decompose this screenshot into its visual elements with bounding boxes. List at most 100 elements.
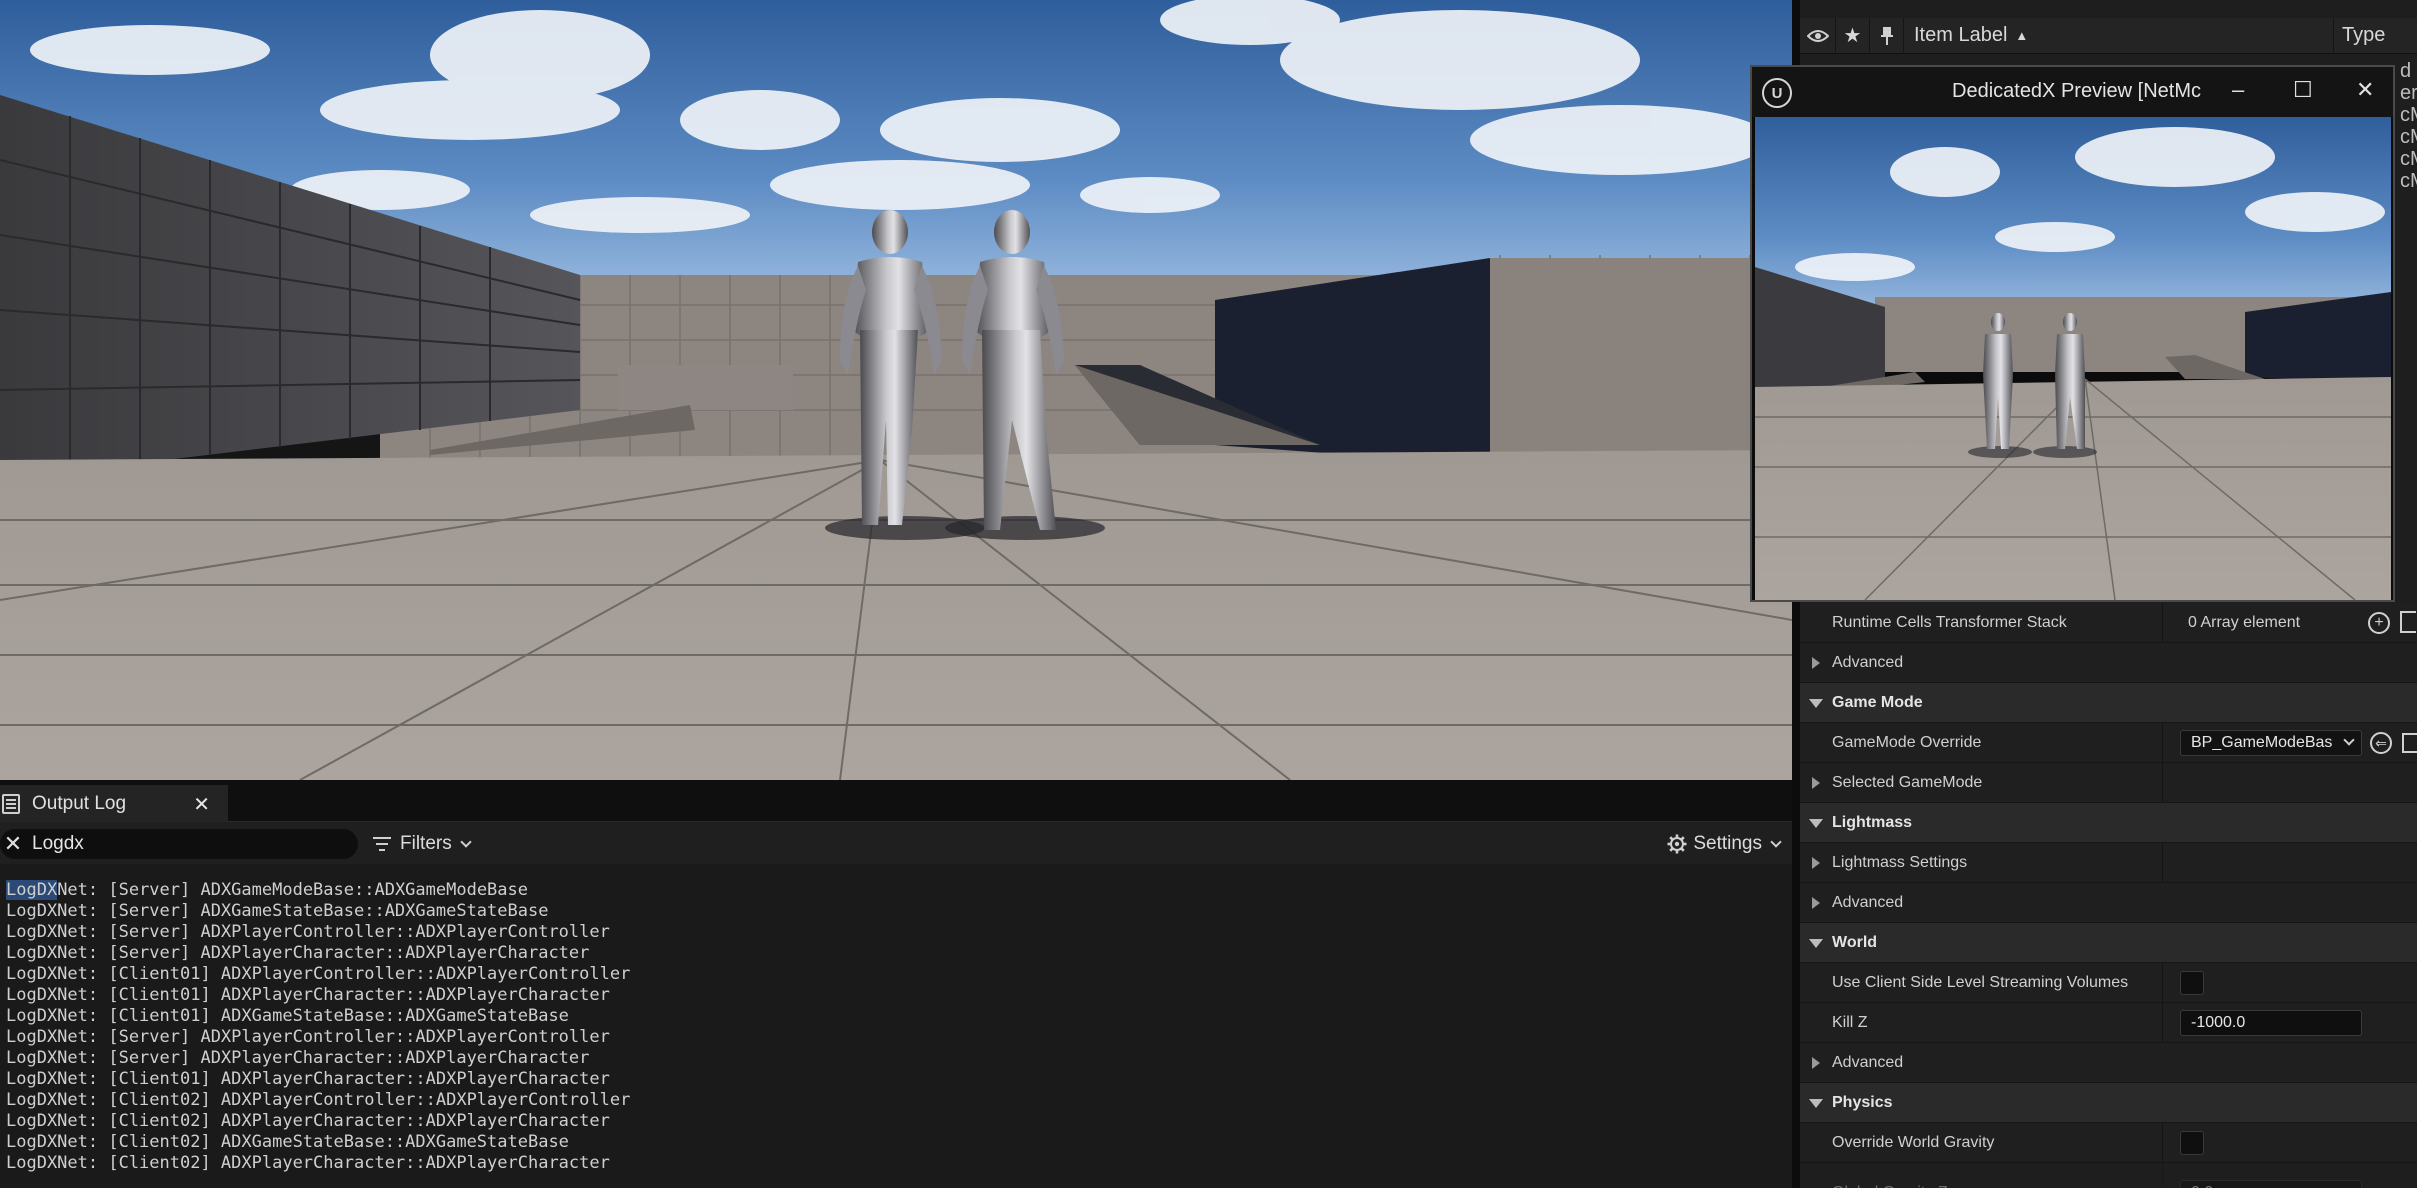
log-line: LogDXNet: [Client01] ADXPlayerCharacter:… xyxy=(6,1069,610,1089)
collapse-arrow-icon xyxy=(1809,1099,1823,1108)
kill-z-input[interactable]: -1000.0 xyxy=(2180,1010,2362,1036)
star-icon[interactable]: ★ xyxy=(1836,17,1870,54)
collapse-arrow-icon xyxy=(1809,939,1823,948)
log-line: LogDXNet: [Client02] ADXPlayerController… xyxy=(6,1090,631,1110)
clear-search-icon[interactable]: ✕ xyxy=(0,831,26,857)
filters-dropdown[interactable]: Filters xyxy=(372,830,472,858)
trash-icon[interactable] xyxy=(2400,611,2416,633)
level-viewport[interactable] xyxy=(0,0,1792,780)
log-line: LogDXNet: [Server] ADXPlayerController::… xyxy=(6,1027,610,1047)
outliner-type-cell: cM xyxy=(2400,126,2417,148)
outliner-type-cell: er xyxy=(2400,82,2417,104)
filter-icon xyxy=(373,837,391,851)
gamemode-override-value: BP_GameModeBas xyxy=(2191,734,2333,751)
type-column-header[interactable]: Type xyxy=(2334,18,2417,54)
override-gravity-row: Override World Gravity xyxy=(1800,1123,2417,1163)
preview-titlebar[interactable]: U DedicatedX Preview [NetMc – ☐ ✕ xyxy=(1752,67,2393,117)
search-match-highlight: LogDX xyxy=(6,880,58,900)
details-rows: Runtime Cells Transformer Stack 0 Array … xyxy=(1800,603,2417,1188)
log-line: LogDXNet: [Server] ADXPlayerCharacter::A… xyxy=(6,943,590,963)
gear-icon xyxy=(1667,834,1687,854)
maximize-button[interactable]: ☐ xyxy=(2293,77,2313,103)
client-streaming-row: Use Client Side Level Streaming Volumes xyxy=(1800,963,2417,1003)
use-selected-icon[interactable]: ⇐ xyxy=(2370,732,2392,754)
outliner-type-cells: d er cM cM cM cM xyxy=(2400,60,2417,192)
minimize-button[interactable]: – xyxy=(2232,77,2244,103)
chevron-down-icon xyxy=(460,836,472,848)
game-mode-category-label: Game Mode xyxy=(1832,694,1923,711)
log-lines: LogDXNet: [Server] ADXGameModeBase::ADXG… xyxy=(6,880,630,1174)
advanced-label: Advanced xyxy=(1832,654,1904,671)
global-gravity-input[interactable]: 0.0 xyxy=(2180,1180,2362,1188)
runtime-cells-label: Runtime Cells Transformer Stack xyxy=(1832,614,2067,631)
chevron-down-icon xyxy=(2343,734,2355,746)
advanced-label: Advanced xyxy=(1832,894,1904,911)
item-label-column-header[interactable]: Item Label ▲ xyxy=(1904,17,2334,54)
category-physics[interactable]: Physics xyxy=(1800,1083,2417,1123)
output-log-icon xyxy=(2,793,20,814)
category-world[interactable]: World xyxy=(1800,923,2417,963)
outliner-type-cell: d xyxy=(2400,60,2412,82)
filters-label: Filters xyxy=(400,833,452,854)
preview-viewport[interactable] xyxy=(1755,117,2391,600)
selected-gamemode-row[interactable]: Selected GameMode xyxy=(1800,763,2417,803)
item-label-header-text: Item Label xyxy=(1914,24,2008,46)
outliner-header: ★ Item Label ▲ Type xyxy=(1800,17,2417,54)
unreal-logo-icon: U xyxy=(1762,78,1792,108)
gamemode-override-row: GameMode Override BP_GameModeBas ⇐ xyxy=(1800,723,2417,763)
collapse-arrow-icon xyxy=(1809,699,1823,708)
log-search-input[interactable] xyxy=(32,833,332,855)
settings-dropdown[interactable]: Settings xyxy=(1667,830,1782,858)
visibility-column[interactable] xyxy=(1800,17,1836,54)
log-tab-bar: Output Log ✕ xyxy=(0,780,1792,822)
log-line: LogDXNet: [Client02] ADXGameStateBase::A… xyxy=(6,1132,569,1152)
log-line: LogDXNet: [Client01] ADXPlayerController… xyxy=(6,964,631,984)
collapse-arrow-icon xyxy=(1809,819,1823,828)
category-game-mode[interactable]: Game Mode xyxy=(1800,683,2417,723)
log-line: LogDXNet: [Server] ADXGameModeBase::ADXG… xyxy=(6,880,528,900)
output-log-tab-label: Output Log xyxy=(32,792,127,814)
log-line: LogDXNet: [Server] ADXPlayerCharacter::A… xyxy=(6,1048,590,1068)
preview-window[interactable]: U DedicatedX Preview [NetMc – ☐ ✕ xyxy=(1750,65,2395,602)
log-line: LogDXNet: [Server] ADXGameStateBase::ADX… xyxy=(6,901,549,921)
global-gravity-row: Global Gravity Z 0.0 xyxy=(1800,1163,2417,1188)
category-lightmass[interactable]: Lightmass xyxy=(1800,803,2417,843)
sort-ascending-icon: ▲ xyxy=(2015,28,2029,43)
outliner-type-cell: cM xyxy=(2400,104,2417,126)
gamemode-override-label: GameMode Override xyxy=(1832,734,1982,751)
log-line: LogDXNet: [Client01] ADXGameStateBase::A… xyxy=(6,1006,569,1026)
override-gravity-label: Override World Gravity xyxy=(1832,1134,1995,1151)
advanced-row[interactable]: Advanced xyxy=(1800,1043,2417,1083)
client-streaming-checkbox[interactable] xyxy=(2180,971,2204,995)
kill-z-label: Kill Z xyxy=(1832,1014,1868,1031)
override-gravity-checkbox[interactable] xyxy=(2180,1131,2204,1155)
browse-icon[interactable] xyxy=(2402,733,2417,753)
output-log-panel: Output Log ✕ ✕ Filters xyxy=(0,780,1792,1188)
kill-z-row: Kill Z -1000.0 xyxy=(1800,1003,2417,1043)
advanced-row[interactable]: Advanced xyxy=(1800,643,2417,683)
gamemode-override-dropdown[interactable]: BP_GameModeBas xyxy=(2180,730,2362,756)
log-line: LogDXNet: [Client02] ADXPlayerCharacter:… xyxy=(6,1153,610,1173)
advanced-row[interactable]: Advanced xyxy=(1800,883,2417,923)
global-gravity-label: Global Gravity Z xyxy=(1832,1173,1948,1188)
lightmass-settings-label: Lightmass Settings xyxy=(1832,854,1968,871)
physics-category-label: Physics xyxy=(1832,1094,1893,1111)
pin-icon xyxy=(1880,26,1893,45)
world-category-label: World xyxy=(1832,934,1878,951)
log-search-box[interactable]: ✕ xyxy=(0,829,358,859)
outliner-type-cell: cM xyxy=(2400,170,2417,192)
pin-column[interactable] xyxy=(1870,17,1904,54)
settings-label: Settings xyxy=(1693,833,1762,854)
expand-arrow-icon xyxy=(1812,657,1820,669)
log-toolbar: ✕ Filters xyxy=(0,822,1792,864)
output-log-tab[interactable]: Output Log ✕ xyxy=(0,785,228,822)
eye-icon xyxy=(1806,29,1829,42)
lightmass-settings-row[interactable]: Lightmass Settings xyxy=(1800,843,2417,883)
close-tab-icon[interactable]: ✕ xyxy=(193,792,210,817)
close-button[interactable]: ✕ xyxy=(2356,77,2374,103)
add-element-icon[interactable]: + xyxy=(2368,612,2390,634)
log-line: LogDXNet: [Server] ADXPlayerController::… xyxy=(6,922,610,942)
runtime-cells-value: 0 Array element xyxy=(2188,614,2301,631)
log-line: LogDXNet: [Client01] ADXPlayerCharacter:… xyxy=(6,985,610,1005)
lightmass-category-label: Lightmass xyxy=(1832,814,1913,831)
